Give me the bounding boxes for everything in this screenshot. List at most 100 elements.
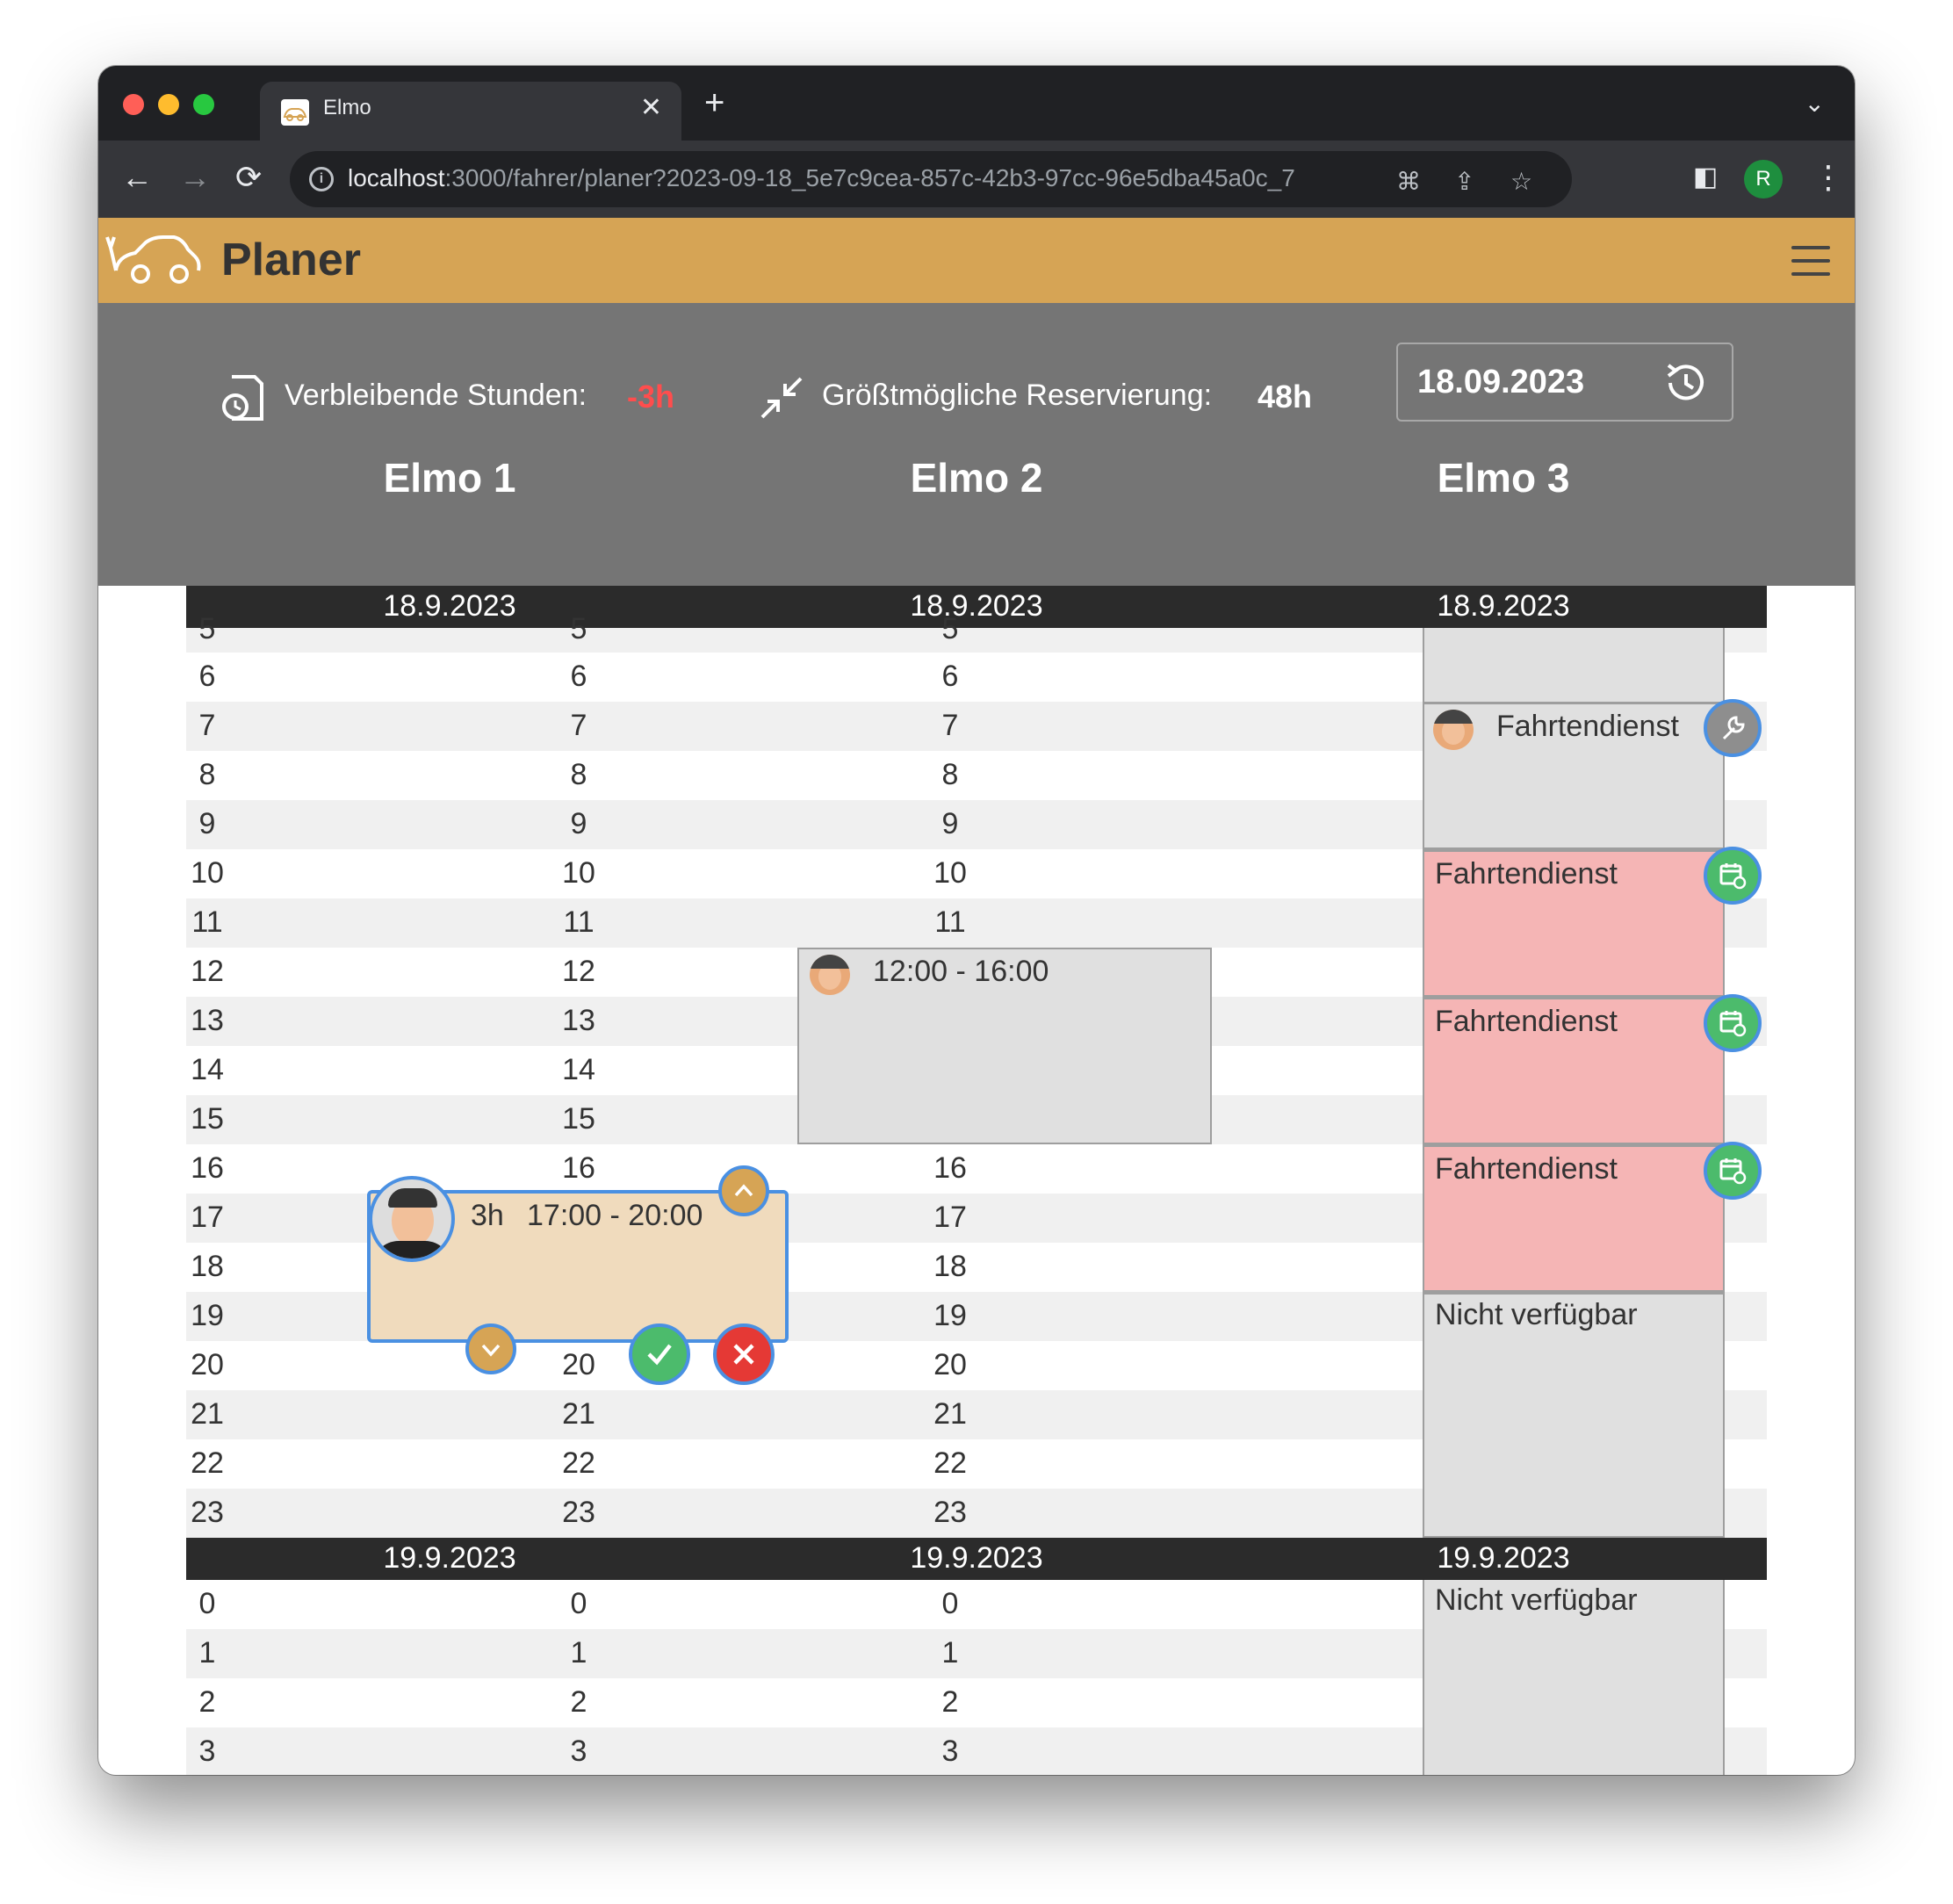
unavailable-block — [1423, 628, 1725, 702]
hour-label: 17 — [933, 1201, 967, 1234]
booking-time: 12:00 - 16:00 — [873, 955, 1049, 988]
hour-label: 0 — [198, 1587, 216, 1620]
service-label: Fahrtendienst — [1435, 1005, 1618, 1038]
new-tab-icon[interactable]: + — [704, 85, 724, 120]
chevron-down-icon[interactable]: ⌄ — [1805, 89, 1825, 118]
car-logo-icon[interactable] — [105, 230, 202, 288]
hour-label: 7 — [198, 709, 216, 742]
service-block[interactable]: Fahrtendienst — [1423, 994, 1762, 1144]
booking-block[interactable]: 12:00 - 16:00 — [797, 948, 1212, 1144]
hour-label: 1 — [941, 1636, 959, 1670]
hour-label: 6 — [198, 660, 216, 693]
hour-label: 8 — [941, 758, 959, 791]
site-info-icon[interactable]: i — [309, 167, 334, 191]
close-tab-icon[interactable]: ✕ — [640, 92, 662, 123]
wrench-icon[interactable] — [1704, 699, 1762, 757]
unavailable-block: Nicht verfügbar — [1423, 1580, 1725, 1775]
draft-time: 17:00 - 20:00 — [527, 1199, 703, 1232]
bookmark-star-icon[interactable]: ☆ — [1510, 167, 1532, 196]
calendar-add-icon[interactable] — [1704, 994, 1762, 1052]
cancel-button[interactable] — [713, 1323, 775, 1385]
hour-label: 22 — [191, 1446, 224, 1480]
browser-tab[interactable]: Elmo ✕ — [260, 82, 681, 141]
hour-label: 2 — [198, 1685, 216, 1719]
app-header: Planer — [98, 218, 1855, 303]
date-picker-field[interactable]: 18.09.2023 — [1396, 343, 1733, 422]
hour-label: 10 — [191, 856, 224, 890]
hour-label: 15 — [562, 1102, 595, 1136]
hour-label: 16 — [933, 1151, 967, 1185]
maximize-window-button[interactable] — [193, 94, 214, 115]
service-block[interactable]: Fahrtendienst — [1423, 1142, 1762, 1292]
unavailable-label: Nicht verfügbar — [1435, 1583, 1638, 1617]
page-title: Planer — [221, 234, 361, 285]
hour-label: 1 — [198, 1636, 216, 1670]
minimize-window-button[interactable] — [158, 94, 179, 115]
back-icon[interactable]: ← — [121, 158, 153, 197]
maintenance-label: Fahrtendienst — [1496, 710, 1679, 743]
hour-label: 8 — [198, 758, 216, 791]
more-menu-icon[interactable]: ⋮ — [1812, 158, 1844, 197]
hour-label: 10 — [933, 856, 967, 890]
hour-label: 3 — [198, 1735, 216, 1768]
hour-label: 14 — [562, 1053, 595, 1086]
reload-icon[interactable]: ⟳ — [235, 158, 262, 197]
extend-down-button[interactable] — [465, 1323, 516, 1374]
hour-label: 20 — [191, 1348, 224, 1381]
confirm-button[interactable] — [629, 1323, 690, 1385]
day-label: 19.9.2023 — [910, 1541, 1043, 1575]
hour-label: 22 — [933, 1446, 967, 1480]
hour-label: 16 — [191, 1151, 224, 1185]
service-label: Fahrtendienst — [1435, 857, 1618, 891]
service-label: Fahrtendienst — [1435, 1152, 1618, 1186]
hour-label: 19 — [191, 1299, 224, 1332]
hour-label: 23 — [562, 1496, 595, 1529]
hour-label: 13 — [191, 1004, 224, 1037]
draft-duration: 3h — [471, 1199, 504, 1232]
unavailable-block: Nicht verfügbar — [1423, 1292, 1725, 1538]
browser-toolbar: ← → ⟳ i localhost:3000/fahrer/planer?202… — [98, 141, 1855, 218]
hour-label: 12 — [562, 955, 595, 988]
hour-label: 21 — [933, 1397, 967, 1431]
hamburger-menu-icon[interactable] — [1791, 246, 1830, 278]
hour-label: 20 — [562, 1348, 595, 1381]
clock-document-icon — [221, 373, 265, 427]
forward-icon[interactable]: → — [179, 158, 211, 197]
extend-up-button[interactable] — [718, 1165, 769, 1216]
hour-label: 23 — [191, 1496, 224, 1529]
date-value: 18.09.2023 — [1417, 364, 1585, 400]
max-reservation-value: 48h — [1258, 379, 1313, 415]
profile-avatar[interactable]: R — [1744, 160, 1783, 198]
user-avatar — [1433, 710, 1474, 750]
sidepanel-icon[interactable]: ◧ — [1693, 158, 1718, 197]
remaining-hours-value: -3h — [627, 379, 674, 415]
hour-label: 12 — [191, 955, 224, 988]
day-label: 19.9.2023 — [383, 1541, 516, 1575]
hour-label: 18 — [191, 1250, 224, 1283]
hour-label: 14 — [191, 1053, 224, 1086]
day-label: 19.9.2023 — [1437, 1541, 1570, 1575]
translate-icon[interactable]: ⌘ — [1396, 167, 1421, 196]
calendar-add-icon[interactable] — [1704, 1142, 1762, 1200]
history-icon[interactable] — [1663, 360, 1709, 410]
calendar-add-icon[interactable] — [1704, 847, 1762, 905]
close-window-button[interactable] — [123, 94, 144, 115]
hour-label: 3 — [570, 1735, 587, 1768]
hour-label: 10 — [562, 856, 595, 890]
hour-label: 0 — [570, 1587, 587, 1620]
hour-label: 1 — [570, 1636, 587, 1670]
hour-label: 6 — [941, 660, 959, 693]
hour-label: 2 — [570, 1685, 587, 1719]
remaining-hours-label: Verbleibende Stunden: — [285, 379, 587, 412]
service-block[interactable]: Fahrtendienst — [1423, 847, 1762, 997]
address-bar[interactable]: i localhost:3000/fahrer/planer?2023-09-1… — [290, 151, 1572, 207]
share-icon[interactable]: ⇪ — [1454, 167, 1474, 196]
planner-grid[interactable]: 18.9.2023 18.9.2023 18.9.2023 5 5 5 6 6 6 7 7 7 8… — [186, 586, 1767, 1775]
url-text: localhost:3000/fahrer/planer?2023-09-18_… — [348, 164, 1295, 191]
maintenance-block[interactable]: Fahrtendienst — [1423, 699, 1762, 849]
hour-label: 7 — [570, 709, 587, 742]
hour-label: 9 — [941, 807, 959, 840]
hour-label: 8 — [570, 758, 587, 791]
hour-label: 21 — [191, 1397, 224, 1431]
day-label: 18.9.2023 — [383, 589, 516, 623]
